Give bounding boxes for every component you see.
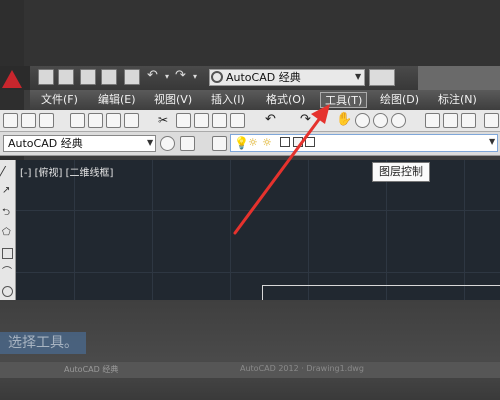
menu-draw[interactable]: 绘图(D) <box>376 92 423 108</box>
curve-tool-button[interactable] <box>369 69 395 86</box>
arc-icon[interactable]: ⌒ <box>2 268 13 279</box>
cut-icon[interactable]: ✂ <box>158 113 173 128</box>
menu-tools[interactable]: 工具(T) <box>320 92 368 108</box>
save-icon[interactable] <box>80 69 96 85</box>
tool-palettes-icon[interactable] <box>461 113 476 128</box>
redo-icon[interactable]: ↷ <box>300 113 315 128</box>
workspace-settings-icon[interactable] <box>180 136 195 151</box>
chevron-down-icon[interactable]: ▼ <box>489 137 495 146</box>
paste-icon[interactable] <box>194 113 209 128</box>
zoom-window-icon[interactable] <box>373 113 388 128</box>
layer-properties-icon[interactable] <box>212 136 227 151</box>
gear-icon <box>211 71 223 83</box>
title-bar-block <box>418 66 500 90</box>
top-dark-frame <box>0 0 500 66</box>
menu-insert[interactable]: 插入(I) <box>207 92 249 108</box>
layer-sun-icon[interactable]: ☼ <box>248 136 258 149</box>
workspace-dropdown[interactable]: AutoCAD 经典 <box>3 135 156 152</box>
menu-format[interactable]: 格式(O) <box>262 92 309 108</box>
properties-icon[interactable] <box>425 113 440 128</box>
zoom-previous-icon[interactable] <box>391 113 406 128</box>
polygon-icon[interactable]: ⬠ <box>2 228 13 239</box>
gear-icon[interactable] <box>160 136 175 151</box>
new-icon[interactable] <box>3 113 18 128</box>
layer-freeze-icon[interactable]: ☼ <box>262 136 272 149</box>
save-icon[interactable] <box>39 113 54 128</box>
status-workspace-label: AutoCAD 经典 <box>64 365 119 374</box>
layer-color-swatch[interactable] <box>293 137 303 147</box>
construction-line-icon[interactable]: ↗ <box>2 186 13 197</box>
status-title-label: AutoCAD 2012 · Drawing1.dwg <box>240 364 364 373</box>
tooltip: 图层控制 <box>372 162 430 182</box>
menu-view[interactable]: 视图(V) <box>150 92 196 108</box>
publish-icon[interactable] <box>106 113 121 128</box>
redo-dropdown-icon[interactable]: ▾ <box>193 69 209 85</box>
saveas-icon[interactable] <box>101 69 117 85</box>
new-icon[interactable] <box>38 69 54 85</box>
block-editor-icon[interactable] <box>230 113 245 128</box>
match-properties-icon[interactable] <box>212 113 227 128</box>
menu-dimension[interactable]: 标注(N) <box>434 92 481 108</box>
undo-icon[interactable]: ↶ <box>265 113 280 128</box>
zoom-realtime-icon[interactable] <box>355 113 370 128</box>
menu-file[interactable]: 文件(F) <box>37 92 82 108</box>
layer-plot-icon[interactable] <box>305 137 315 147</box>
chevron-down-icon[interactable]: ▼ <box>147 138 153 147</box>
open-icon[interactable] <box>21 113 36 128</box>
layer-lock-icon[interactable] <box>280 137 290 147</box>
viewport-controls[interactable]: [-] [俯视] [二维线框] <box>20 164 113 179</box>
plot-icon[interactable] <box>124 113 139 128</box>
print-preview-icon[interactable] <box>88 113 103 128</box>
sheet-set-icon[interactable] <box>484 113 499 128</box>
polyline-icon[interactable]: ⮌ <box>2 208 13 219</box>
design-center-icon[interactable] <box>443 113 458 128</box>
circle-icon[interactable] <box>2 286 13 297</box>
print-icon[interactable] <box>70 113 85 128</box>
chevron-down-icon[interactable]: ▼ <box>355 72 361 81</box>
workspace-switcher[interactable]: AutoCAD 经典 <box>209 69 365 86</box>
redo-icon[interactable]: ↷ <box>175 69 191 85</box>
open-icon[interactable] <box>58 69 74 85</box>
copy-icon[interactable] <box>176 113 191 128</box>
layer-bulb-icon[interactable]: 💡 <box>234 136 249 150</box>
undo-icon[interactable]: ↶ <box>147 69 163 85</box>
print-icon[interactable] <box>124 69 140 85</box>
rectangle-icon[interactable] <box>2 248 13 259</box>
pan-hand-icon[interactable]: ✋ <box>336 113 352 128</box>
video-caption: 选择工具。 <box>0 332 86 354</box>
menu-edit[interactable]: 编辑(E) <box>94 92 140 108</box>
